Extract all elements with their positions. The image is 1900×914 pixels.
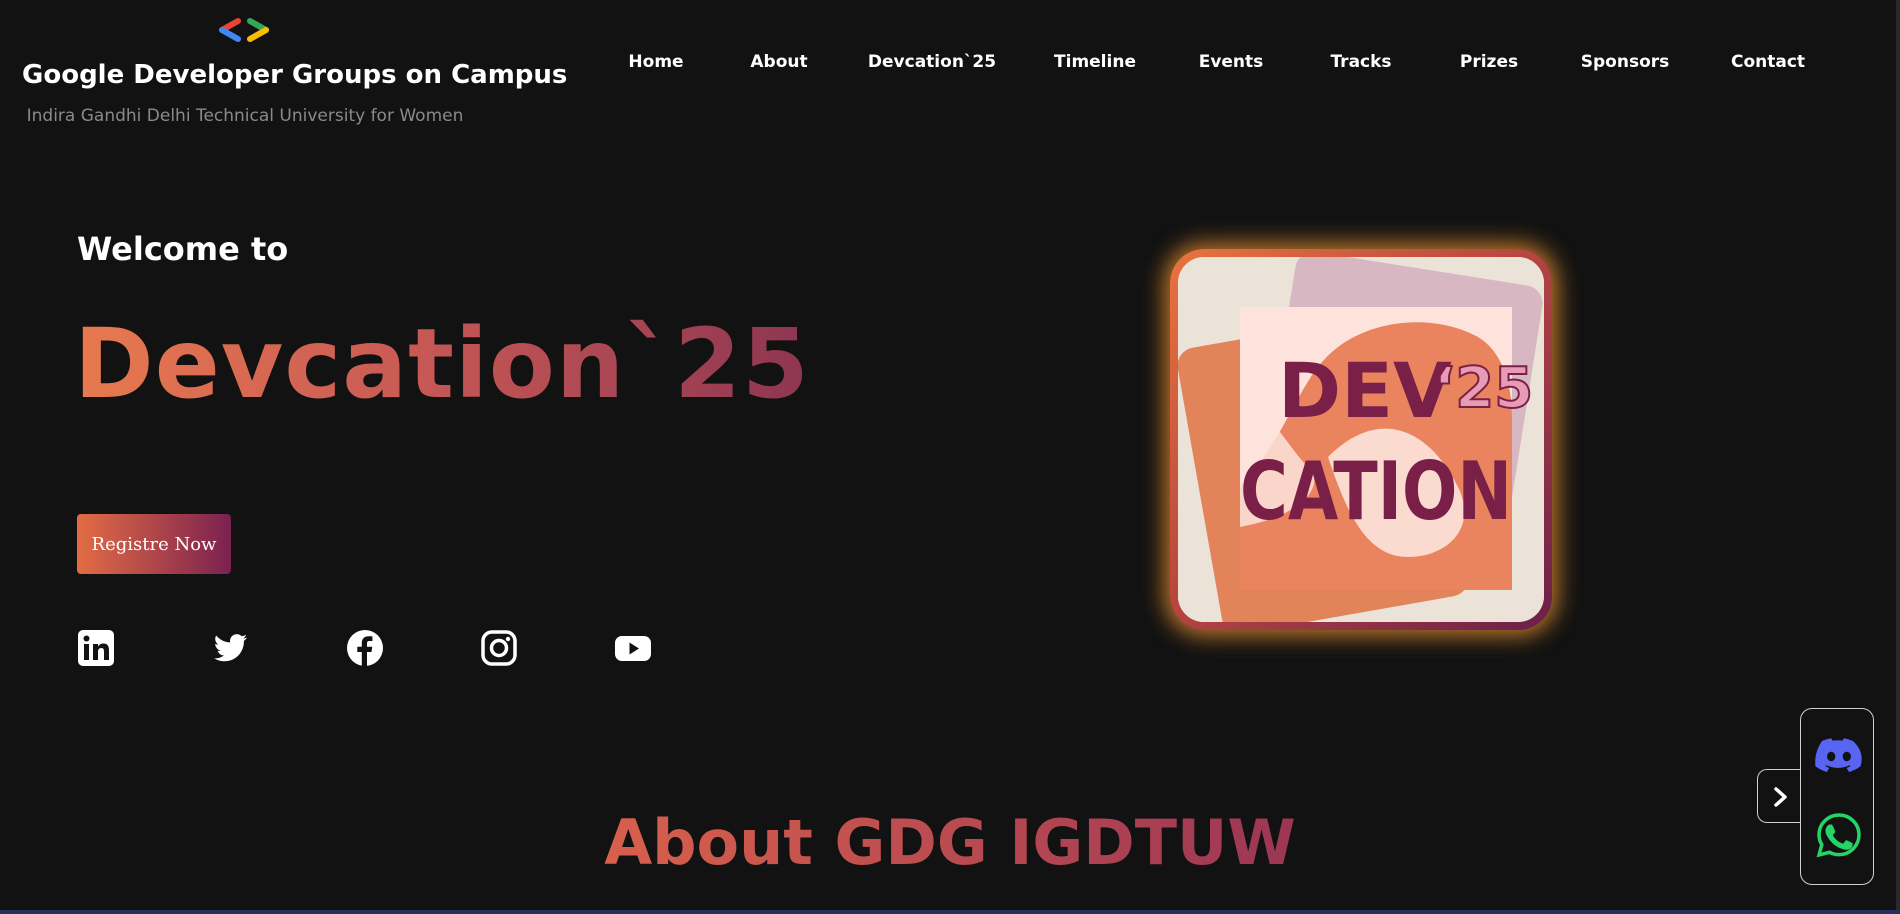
- nav-tracks[interactable]: Tracks: [1330, 52, 1391, 72]
- discord-icon[interactable]: [1815, 731, 1863, 779]
- chevron-right-icon: [1774, 787, 1787, 807]
- brand-subtitle: Indira Gandhi Delhi Technical University…: [26, 106, 464, 126]
- devcation-poster: DEV ‘25 CATION: [1170, 249, 1552, 630]
- devcation-poster-art: DEV ‘25 CATION: [1178, 257, 1544, 622]
- poster-dev-text: DEV: [1278, 346, 1452, 435]
- poster-year-text: ‘25: [1434, 356, 1533, 421]
- gdg-brackets-logo: [219, 18, 269, 42]
- youtube-icon[interactable]: [613, 628, 653, 668]
- poster-cation-text: CATION: [1240, 445, 1512, 538]
- floating-contact-panel: [1800, 708, 1874, 885]
- twitter-icon[interactable]: [210, 628, 250, 668]
- nav-about[interactable]: About: [750, 52, 807, 72]
- register-button[interactable]: Registre Now: [77, 514, 231, 574]
- page-bottom-divider: [0, 910, 1900, 914]
- about-title-text: About GDG IGDTUW: [604, 806, 1296, 879]
- nav-devcation[interactable]: Devcation`25: [868, 52, 996, 72]
- nav-timeline[interactable]: Timeline: [1054, 52, 1136, 72]
- instagram-icon[interactable]: [479, 628, 519, 668]
- about-section-title: About GDG IGDTUW: [0, 806, 1900, 879]
- whatsapp-icon[interactable]: [1815, 811, 1863, 859]
- welcome-text: Welcome to: [77, 230, 289, 268]
- page-scrollbar[interactable]: [1896, 0, 1900, 914]
- nav-events[interactable]: Events: [1199, 52, 1264, 72]
- facebook-icon[interactable]: [345, 628, 385, 668]
- nav-prizes[interactable]: Prizes: [1460, 52, 1518, 72]
- hero-title: Devcation`25: [74, 308, 810, 420]
- floating-panel-toggle[interactable]: [1757, 769, 1803, 823]
- nav-home[interactable]: Home: [628, 52, 683, 72]
- linkedin-icon[interactable]: [76, 628, 116, 668]
- nav-contact[interactable]: Contact: [1731, 52, 1805, 72]
- nav-sponsors[interactable]: Sponsors: [1581, 52, 1670, 72]
- brand-title: Google Developer Groups on Campus: [22, 60, 568, 90]
